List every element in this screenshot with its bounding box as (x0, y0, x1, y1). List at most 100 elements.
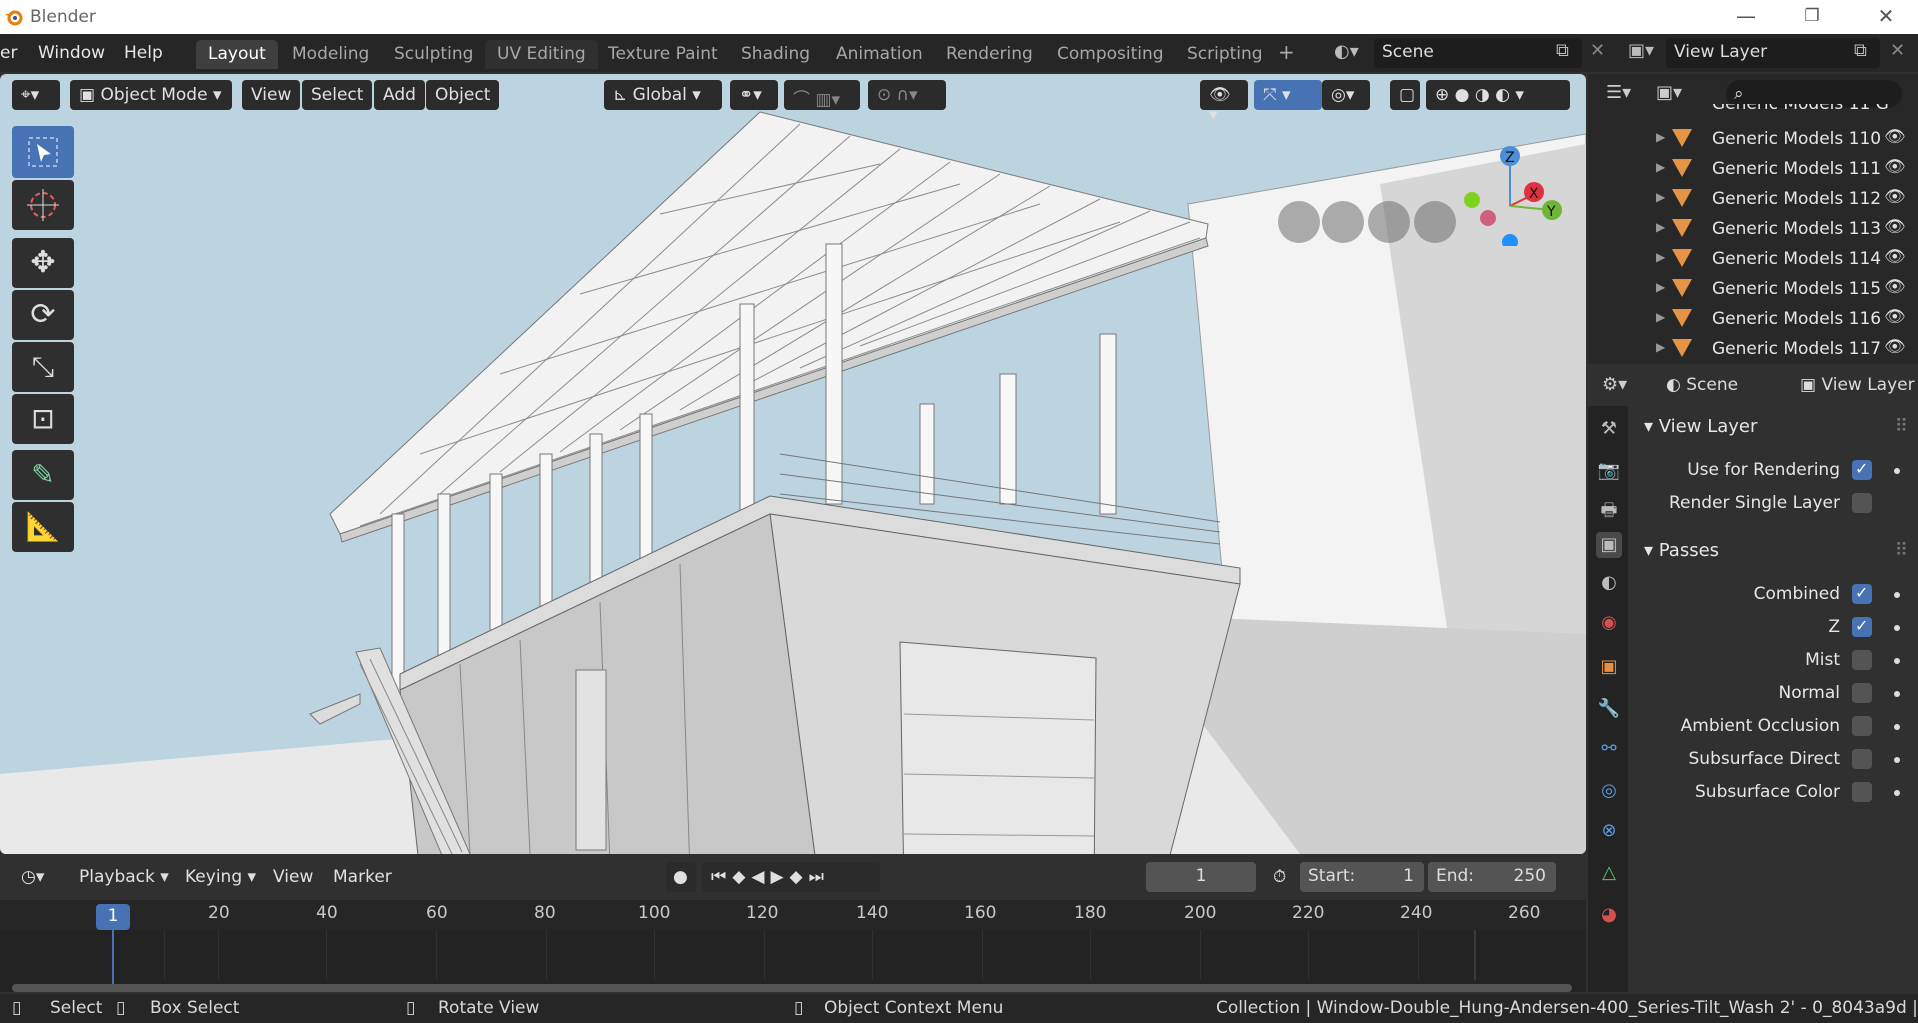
expand-arrow-icon[interactable]: ▶ (1656, 190, 1665, 204)
outliner-filter-icon[interactable]: ▣▾ (1656, 82, 1682, 103)
jump-start-icon[interactable]: ⏮ (711, 867, 732, 887)
playhead-frame-label[interactable]: 1 (96, 904, 130, 930)
expand-arrow-icon[interactable]: ▶ (1656, 280, 1665, 294)
transform-tool[interactable]: ⊡ (12, 394, 74, 444)
pivot-point-icon[interactable]: ⚭▾ (730, 80, 778, 110)
render-single-layer-checkbox[interactable] (1852, 493, 1872, 513)
mode-dropdown[interactable]: ▣ Object Mode ▾ (70, 80, 232, 110)
keyframe-dot-icon[interactable] (1894, 790, 1900, 796)
frame-ruler[interactable] (0, 900, 1586, 930)
tab-shading[interactable]: Shading (729, 40, 822, 69)
playback-controls[interactable]: ⏮◆◀▶◆⏭ (702, 862, 880, 892)
rotate-tool[interactable]: ⟳ (12, 290, 74, 340)
pass-checkbox[interactable] (1852, 616, 1872, 637)
tab-uv-editing[interactable]: UV Editing (485, 40, 598, 69)
timeline-body[interactable]: 1 (0, 900, 1586, 992)
measure-tool[interactable]: 📐 (12, 502, 74, 552)
object-tab-icon[interactable]: ▣ (1596, 654, 1622, 680)
delete-scene-icon[interactable]: ✕ (1590, 40, 1605, 61)
keyframe-dot-icon[interactable] (1894, 658, 1900, 664)
eye-icon[interactable]: 👁 (1884, 187, 1906, 207)
keying-dropdown[interactable]: Keying ▾ (176, 862, 266, 892)
playback-dropdown[interactable]: Playback ▾ (70, 862, 178, 892)
scene-selector-icon[interactable]: ◐▾ (1334, 41, 1359, 62)
pan-hand-icon[interactable] (1368, 201, 1410, 243)
menu-select[interactable]: Select (302, 80, 373, 110)
expand-arrow-icon[interactable]: ▶ (1656, 250, 1665, 264)
physics-tab-icon[interactable]: ◎ (1596, 778, 1622, 804)
marker-menu[interactable]: Marker (324, 862, 401, 892)
outliner-item[interactable]: ▶ Generic Models 117 👁 (1588, 334, 1918, 364)
keyframe-dot-icon[interactable] (1894, 468, 1900, 474)
keyframe-dot-icon[interactable] (1894, 625, 1900, 631)
timeline-view-menu[interactable]: View (264, 862, 323, 892)
eye-icon[interactable]: 👁 (1884, 337, 1906, 357)
stopwatch-icon[interactable]: ⏱ (1264, 862, 1296, 892)
pass-checkbox[interactable] (1852, 716, 1872, 736)
gizmo-toggle-icon[interactable]: ⤧ ▾ (1254, 80, 1322, 110)
use-for-rendering-checkbox[interactable] (1852, 459, 1872, 480)
drag-handle-icon[interactable]: ⠿ (1895, 540, 1908, 561)
cursor-tool[interactable] (12, 180, 74, 230)
timeline-editor-type-icon[interactable]: ◷▾ (12, 862, 60, 892)
tab-modeling[interactable]: Modeling (280, 40, 381, 69)
tab-layout[interactable]: Layout (196, 40, 278, 69)
tab-rendering[interactable]: Rendering (934, 40, 1045, 69)
record-icon[interactable]: ● (666, 862, 696, 892)
start-frame-field[interactable]: Start: 1 (1300, 862, 1424, 892)
tab-scripting[interactable]: Scripting (1175, 40, 1275, 69)
modifier-tab-icon[interactable]: 🔧 (1596, 696, 1622, 722)
outliner-item[interactable]: ▶ Generic Models 111 👁 (1588, 154, 1918, 184)
outliner-item[interactable]: ▶ Generic Models 112 👁 (1588, 184, 1918, 214)
end-frame-field[interactable]: End: 250 (1428, 862, 1556, 892)
restore-icon[interactable]: ❐ (1792, 6, 1832, 26)
breadcrumb-scene[interactable]: ◐ Scene (1666, 375, 1738, 395)
properties-editor-icon[interactable]: ⚙▾ (1602, 374, 1627, 395)
close-icon[interactable]: ✕ (1866, 4, 1906, 28)
new-scene-icon[interactable]: ⧉ (1556, 40, 1569, 61)
outliner-item[interactable]: ▶ Generic Models 110 👁 (1588, 124, 1918, 154)
data-tab-icon[interactable]: △ (1596, 860, 1622, 886)
eye-icon[interactable]: 👁 (1884, 247, 1906, 267)
view-layer-name-field[interactable]: View Layer (1666, 38, 1880, 68)
select-box-tool[interactable] (12, 126, 74, 178)
expand-arrow-icon[interactable]: ▶ (1656, 340, 1665, 354)
eye-icon[interactable]: 👁 (1884, 217, 1906, 237)
menu-object[interactable]: Object (426, 80, 500, 110)
play-icon[interactable]: ▶ (770, 867, 789, 887)
view-layer-tab-icon[interactable]: ▣ (1596, 532, 1622, 558)
outliner-item[interactable]: ▶ Generic Models 114 👁 (1588, 244, 1918, 274)
pass-checkbox[interactable] (1852, 782, 1872, 802)
drag-handle-icon[interactable]: ⠿ (1895, 416, 1908, 437)
next-keyframe-icon[interactable]: ◆ (790, 867, 809, 887)
snap-icon[interactable]: ⌒ ▥▾ (784, 80, 860, 110)
expand-arrow-icon[interactable]: ▶ (1656, 130, 1665, 144)
keyframe-dot-icon[interactable] (1894, 592, 1900, 598)
toggle-view-icon[interactable] (1278, 201, 1320, 243)
scale-tool[interactable]: ⤡ (12, 342, 74, 392)
axis-gizmo[interactable]: Z X Y (1448, 126, 1568, 246)
tool-tab-icon[interactable]: ⚒ (1596, 416, 1622, 442)
eye-icon[interactable]: 👁 (1884, 157, 1906, 177)
scene-name-field[interactable]: Scene (1374, 38, 1582, 68)
menu-window[interactable]: Window (38, 43, 105, 63)
keyframe-dot-icon[interactable] (1894, 724, 1900, 730)
new-view-layer-icon[interactable]: ⧉ (1854, 40, 1867, 61)
shading-modes[interactable]: ⊕ ● ◑ ◐ ▾ (1426, 80, 1570, 110)
minimize-icon[interactable]: — (1726, 4, 1766, 28)
output-tab-icon[interactable]: 🖶 (1596, 498, 1622, 524)
eye-icon[interactable]: 👁 (1884, 277, 1906, 297)
visibility-icon[interactable]: 👁▾ (1200, 80, 1248, 125)
outliner-display-mode-icon[interactable]: ☰▾ (1606, 82, 1631, 103)
keyframe-dot-icon[interactable] (1894, 757, 1900, 763)
pass-checkbox[interactable] (1852, 683, 1872, 703)
menu-help[interactable]: Help (124, 43, 163, 63)
menu-edit[interactable]: er (0, 43, 17, 63)
prev-keyframe-icon[interactable]: ◆ (732, 867, 751, 887)
outliner-item[interactable]: ▶ Generic Models 115 👁 (1588, 274, 1918, 304)
editor-type-icon[interactable]: ⌖▾ (12, 80, 60, 110)
pass-checkbox[interactable] (1852, 749, 1872, 769)
transform-orientation-dropdown[interactable]: ⊾ Global ▾ (604, 80, 722, 110)
move-tool[interactable]: ✥ (12, 238, 74, 288)
overlay-icon[interactable]: ◎▾ (1322, 80, 1370, 110)
